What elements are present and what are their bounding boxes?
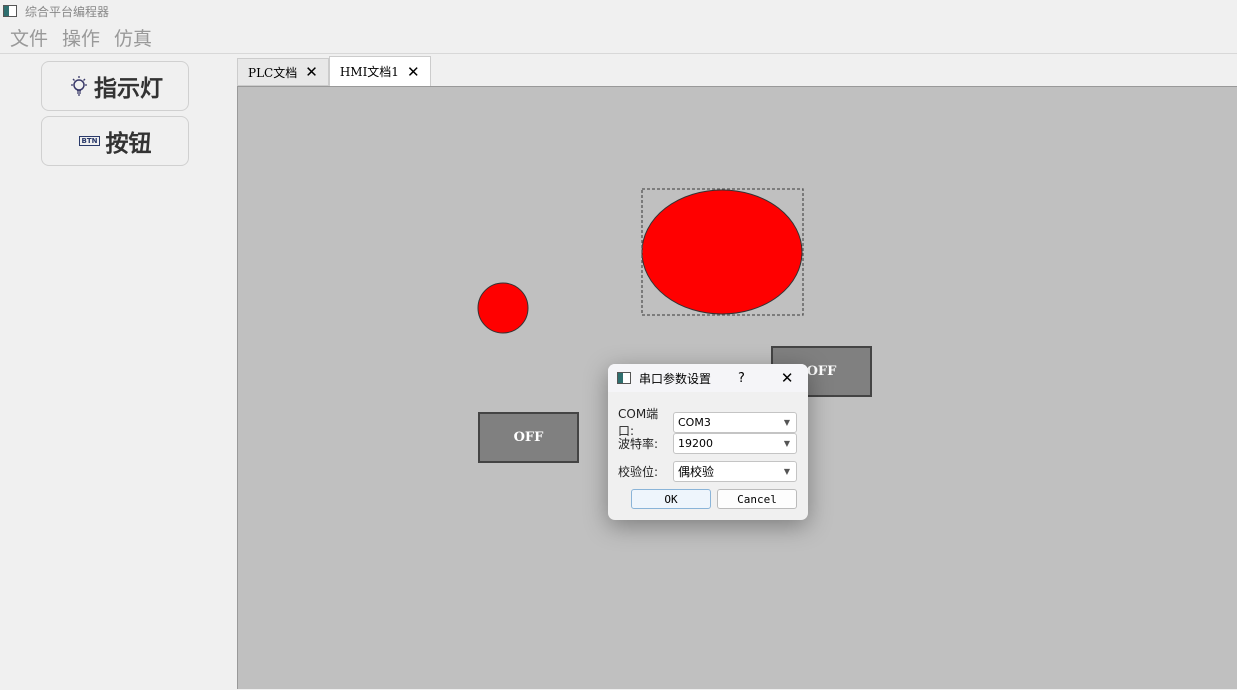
combo-value: 19200 bbox=[678, 437, 713, 450]
close-button[interactable]: ✕ bbox=[781, 369, 794, 387]
indicator-lamp-large[interactable] bbox=[641, 189, 803, 315]
dialog-title-bar: 串口参数设置 ? ✕ bbox=[608, 364, 808, 392]
menu-operate[interactable]: 操作 bbox=[62, 24, 100, 51]
chevron-down-icon: ▼ bbox=[783, 417, 790, 427]
baud-rate-row: 波特率: 19200 ▼ bbox=[618, 433, 797, 454]
menu-bar: 文件 操作 仿真 bbox=[0, 22, 1237, 54]
tool-label: 指示灯 bbox=[94, 75, 163, 102]
tool-button[interactable]: BTN 按钮 bbox=[41, 116, 189, 166]
help-button[interactable]: ? bbox=[738, 371, 745, 386]
parity-select[interactable]: 偶校验 ▼ bbox=[673, 461, 797, 482]
menu-file[interactable]: 文件 bbox=[10, 24, 48, 51]
combo-value: 偶校验 bbox=[678, 465, 715, 479]
serial-settings-dialog: 串口参数设置 ? ✕ COM端口: COM3 ▼ 波特率: 19200 ▼ 校验位:… bbox=[608, 364, 808, 520]
menu-simulate[interactable]: 仿真 bbox=[114, 24, 152, 51]
baud-rate-label: 波特率: bbox=[618, 437, 659, 451]
parity-row: 校验位: 偶校验 ▼ bbox=[618, 461, 797, 482]
close-icon[interactable]: ✕ bbox=[407, 63, 420, 81]
indicator-lamp-small[interactable] bbox=[477, 282, 529, 334]
btn-icon: BTN bbox=[78, 136, 101, 146]
chevron-down-icon: ▼ bbox=[783, 439, 790, 448]
dialog-title: 串口参数设置 bbox=[639, 371, 712, 386]
tool-label: 按钮 bbox=[105, 130, 152, 157]
close-icon[interactable]: ✕ bbox=[305, 63, 318, 81]
chevron-down-icon: ▼ bbox=[783, 467, 790, 476]
tab-plc[interactable]: PLC文档 ✕ bbox=[237, 58, 329, 86]
lightbulb-icon bbox=[71, 76, 87, 96]
combo-value: COM3 bbox=[678, 415, 711, 429]
app-icon bbox=[617, 372, 631, 384]
app-icon bbox=[3, 5, 17, 17]
tab-hmi1[interactable]: HMI文档1 ✕ bbox=[328, 56, 431, 86]
com-port-select[interactable]: COM3 ▼ bbox=[673, 411, 797, 433]
hmi-off-button[interactable]: OFF bbox=[478, 412, 579, 463]
tool-indicator-lamp[interactable]: 指示灯 bbox=[41, 61, 189, 111]
document-tabs: PLC文档 ✕ HMI文档1 ✕ bbox=[237, 56, 431, 86]
parity-label: 校验位: bbox=[618, 465, 659, 479]
window-title: 综合平台编程器 bbox=[25, 4, 110, 19]
baud-rate-select[interactable]: 19200 ▼ bbox=[673, 433, 797, 454]
tab-label: PLC文档 bbox=[248, 65, 298, 80]
tab-label: HMI文档1 bbox=[339, 65, 399, 79]
title-bar: 综合平台编程器 bbox=[0, 0, 1237, 22]
cancel-button[interactable]: Cancel bbox=[717, 489, 797, 509]
ok-button[interactable]: OK bbox=[631, 489, 711, 509]
